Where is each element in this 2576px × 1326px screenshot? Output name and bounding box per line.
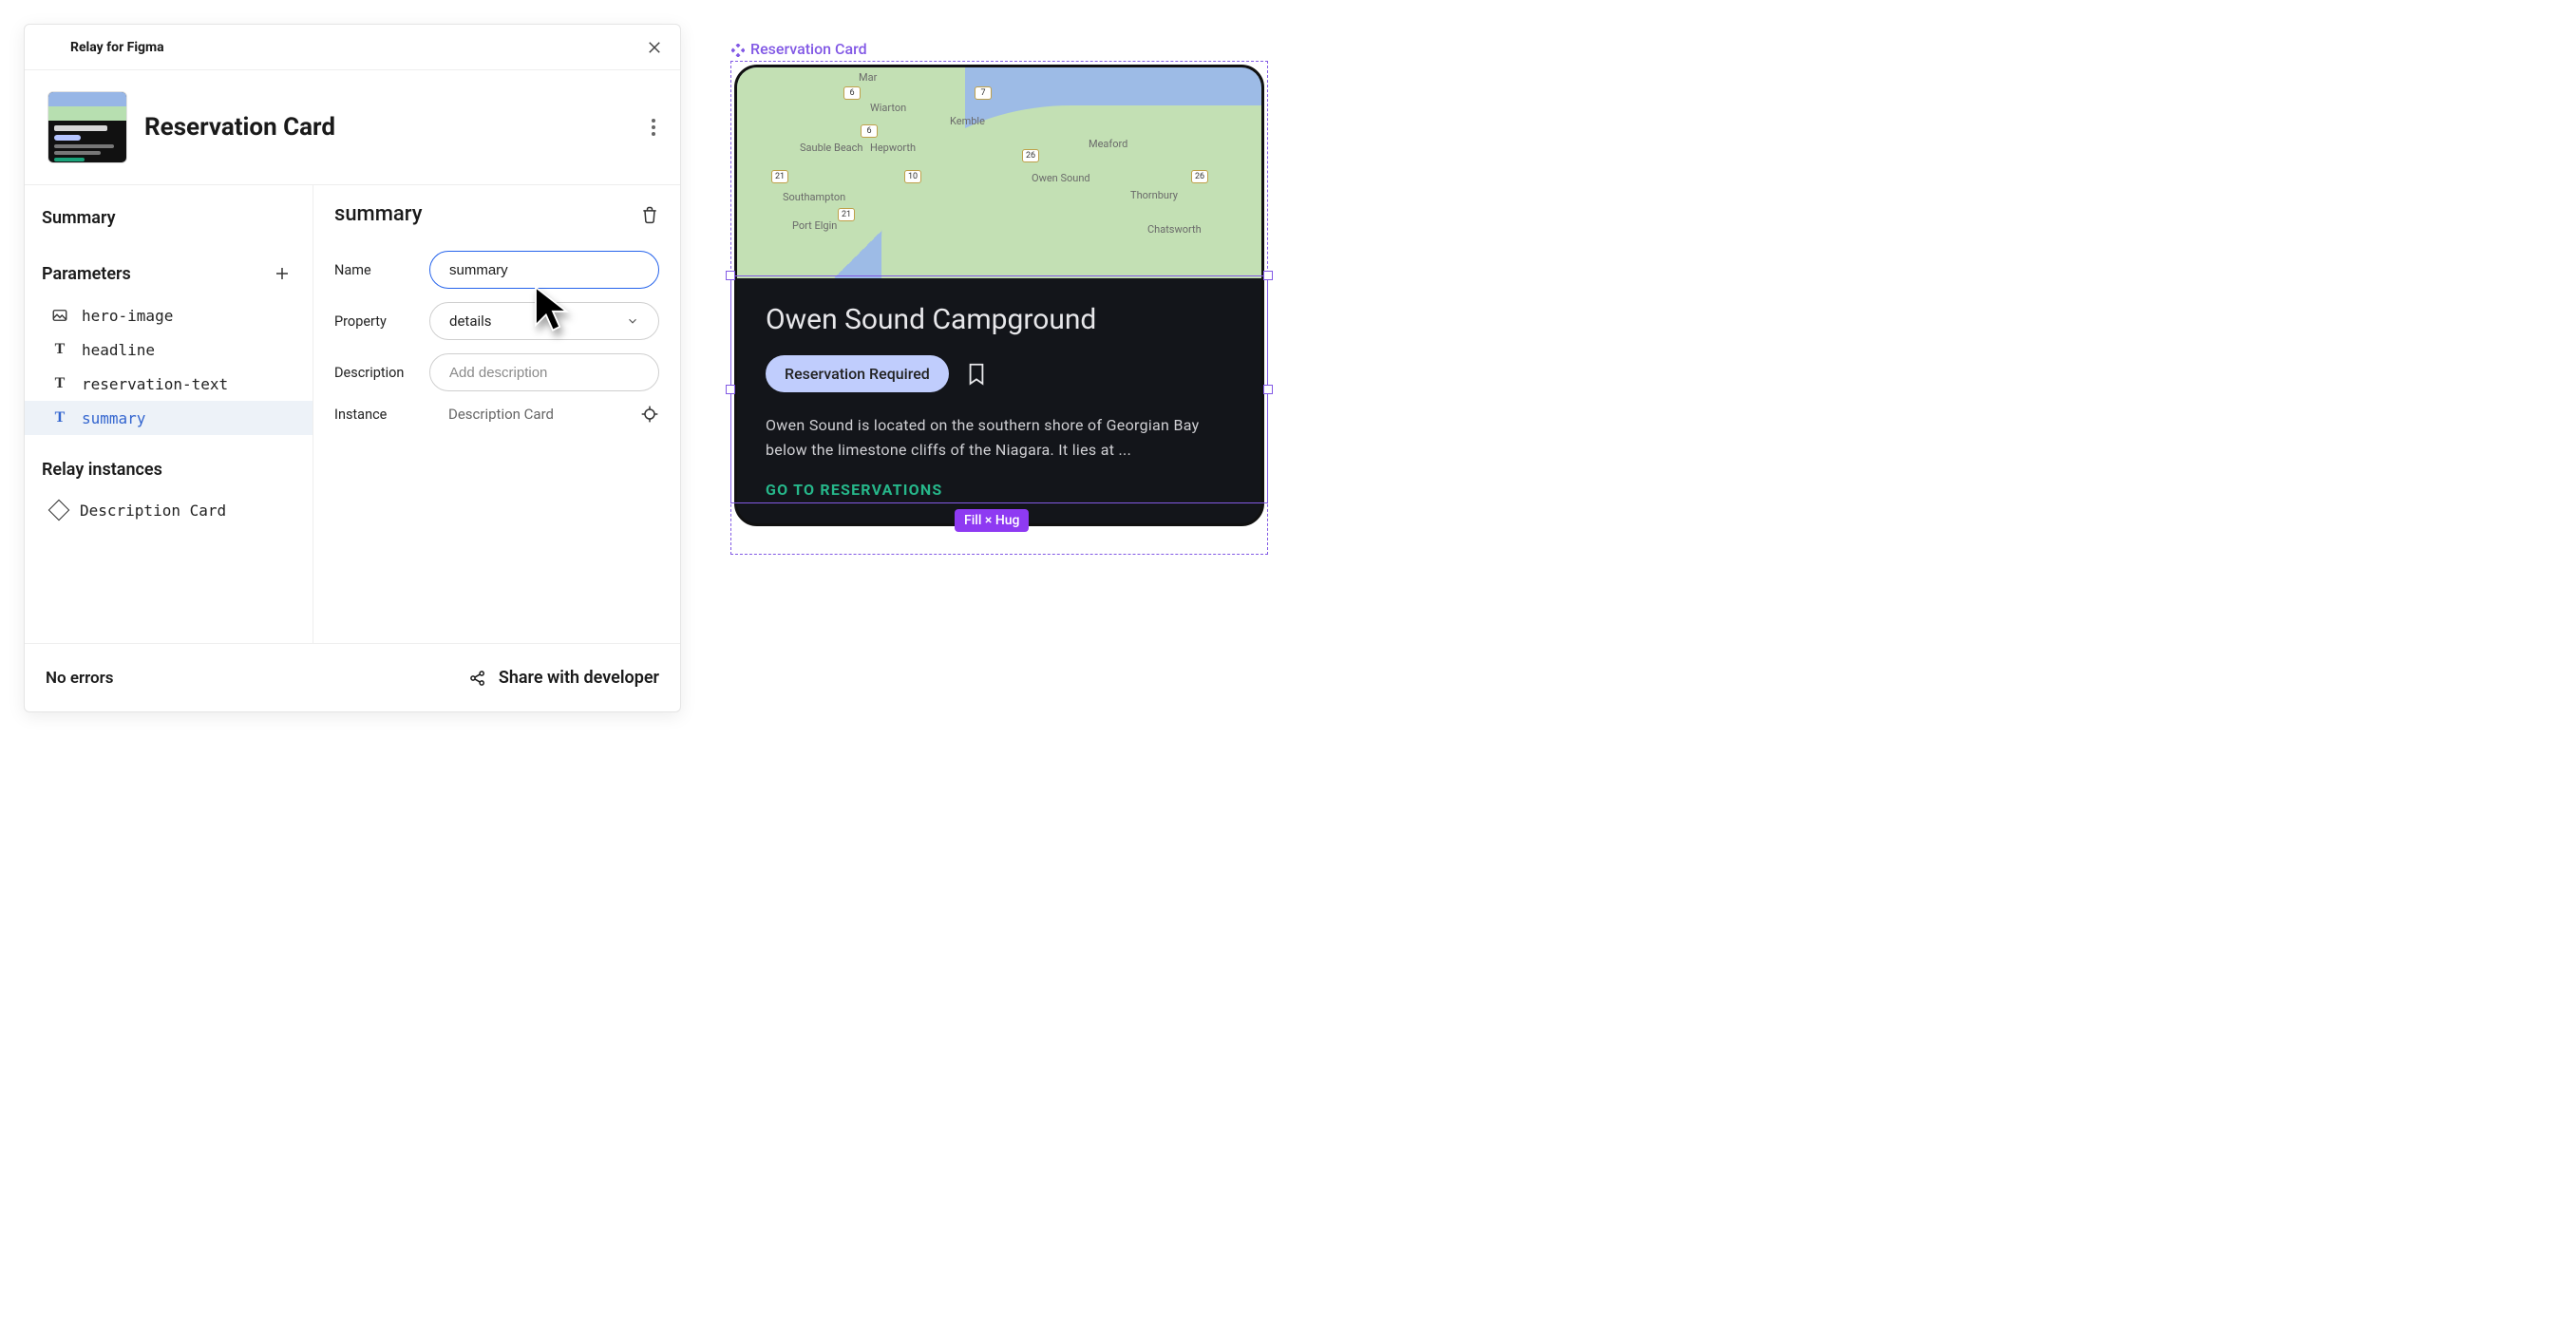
card-title: Owen Sound Campground	[766, 303, 1233, 336]
map-place-label: Hepworth	[870, 142, 916, 154]
property-row: Property details	[334, 302, 659, 340]
delete-icon[interactable]	[640, 205, 659, 224]
road-shield: 10	[904, 170, 921, 183]
more-menu-icon[interactable]	[652, 119, 657, 136]
component-name: Reservation Card	[144, 113, 652, 142]
parameters-section: Parameters	[25, 255, 313, 293]
close-icon[interactable]	[646, 39, 663, 56]
sidebar: Summary Parameters hero-image T headline	[25, 185, 313, 643]
panel-titlebar: Relay for Figma	[25, 25, 680, 70]
summary-section-label[interactable]: Summary	[25, 202, 313, 234]
card-cta[interactable]: GO TO RESERVATIONS	[766, 481, 1233, 499]
editor-title: summary	[334, 202, 423, 226]
property-value: details	[449, 313, 492, 330]
map-place-label: Meaford	[1089, 138, 1127, 150]
relay-logo-icon	[42, 37, 63, 58]
text-type-icon: T	[51, 375, 68, 392]
relay-instance-list: Description Card	[25, 493, 313, 527]
map-place-label: Thornbury	[1130, 189, 1178, 201]
instance-label: Description Card	[80, 502, 226, 520]
panel-body: Summary Parameters hero-image T headline	[25, 185, 680, 643]
instance-row: Instance Description Card	[334, 405, 659, 424]
image-type-icon	[51, 307, 68, 324]
map-place-label: Port Elgin	[792, 219, 837, 232]
road-shield: 6	[861, 124, 878, 138]
param-headline[interactable]: T headline	[25, 332, 313, 367]
property-label: Property	[334, 313, 429, 330]
reservation-card: Mar Wiarton Sauble Beach Hepworth Southampto…	[734, 65, 1264, 526]
map-place-label: Mar	[859, 71, 877, 84]
road-shield: 6	[843, 86, 861, 100]
param-label: reservation-text	[82, 375, 228, 393]
name-input[interactable]	[429, 251, 659, 289]
map-place-label: Chatsworth	[1147, 223, 1202, 236]
canvas-card[interactable]: Mar Wiarton Sauble Beach Hepworth Southampto…	[734, 65, 1264, 526]
parameters-label: Parameters	[42, 264, 131, 284]
description-input[interactable]	[429, 353, 659, 391]
road-shield: 21	[771, 170, 788, 183]
panel-title: Relay for Figma	[70, 40, 164, 55]
component-header: Reservation Card	[25, 70, 680, 185]
card-chip-row: Reservation Required	[766, 355, 1233, 392]
param-reservation-text[interactable]: T reservation-text	[25, 367, 313, 401]
text-type-icon: T	[51, 341, 68, 358]
road-shield: 26	[1022, 149, 1039, 162]
card-content: Owen Sound Campground Reservation Requir…	[737, 278, 1261, 523]
map-place-label: Sauble Beach	[800, 142, 862, 154]
description-row: Description	[334, 353, 659, 391]
param-summary[interactable]: T summary	[25, 401, 313, 435]
relay-instance-description-card[interactable]: Description Card	[25, 493, 313, 527]
road-shield: 7	[975, 86, 992, 100]
map-place-label: Wiarton	[870, 102, 906, 114]
status-text: No errors	[46, 669, 114, 688]
component-icon	[731, 43, 745, 56]
map-place-label: Kemble	[950, 115, 985, 127]
road-shield: 26	[1191, 170, 1208, 183]
reservation-chip: Reservation Required	[766, 355, 949, 392]
description-label: Description	[334, 365, 429, 381]
chevron-down-icon	[626, 314, 639, 328]
frame-label-text: Reservation Card	[750, 40, 867, 58]
resize-badge: Fill × Hug	[955, 509, 1029, 532]
card-description: Owen Sound is located on the southern sh…	[766, 413, 1233, 462]
panel-footer: No errors Share with developer	[25, 643, 680, 711]
editor-header: summary	[334, 202, 659, 226]
property-select[interactable]: details	[429, 302, 659, 340]
relay-plugin-panel: Relay for Figma Reservation Card Summary	[24, 24, 681, 712]
component-frame-label[interactable]: Reservation Card	[731, 40, 867, 58]
add-parameter-icon[interactable]	[269, 260, 295, 287]
param-label: hero-image	[82, 307, 173, 325]
bookmark-icon[interactable]	[966, 362, 987, 387]
param-hero-image[interactable]: hero-image	[25, 298, 313, 332]
card-map: Mar Wiarton Sauble Beach Hepworth Southampto…	[737, 67, 1261, 278]
share-icon	[468, 669, 487, 688]
instance-label: Instance	[334, 407, 429, 423]
relay-instances-label: Relay instances	[25, 454, 313, 485]
name-row: Name	[334, 251, 659, 289]
param-label: headline	[82, 341, 155, 359]
map-place-label: Owen Sound	[1032, 172, 1090, 184]
locate-instance-icon[interactable]	[640, 405, 659, 424]
map-place-label: Southampton	[783, 191, 845, 203]
name-label: Name	[334, 262, 429, 278]
share-with-developer-button[interactable]: Share with developer	[468, 668, 659, 688]
parameter-list: hero-image T headline T reservation-text…	[25, 298, 313, 435]
param-label: summary	[82, 409, 145, 427]
parameter-editor: summary Name Property details	[313, 185, 680, 643]
share-label: Share with developer	[499, 668, 659, 688]
instance-icon	[48, 500, 70, 521]
component-thumbnail	[47, 91, 127, 163]
road-shield: 21	[838, 208, 855, 221]
text-type-icon: T	[51, 409, 68, 426]
instance-value: Description Card	[448, 406, 554, 423]
